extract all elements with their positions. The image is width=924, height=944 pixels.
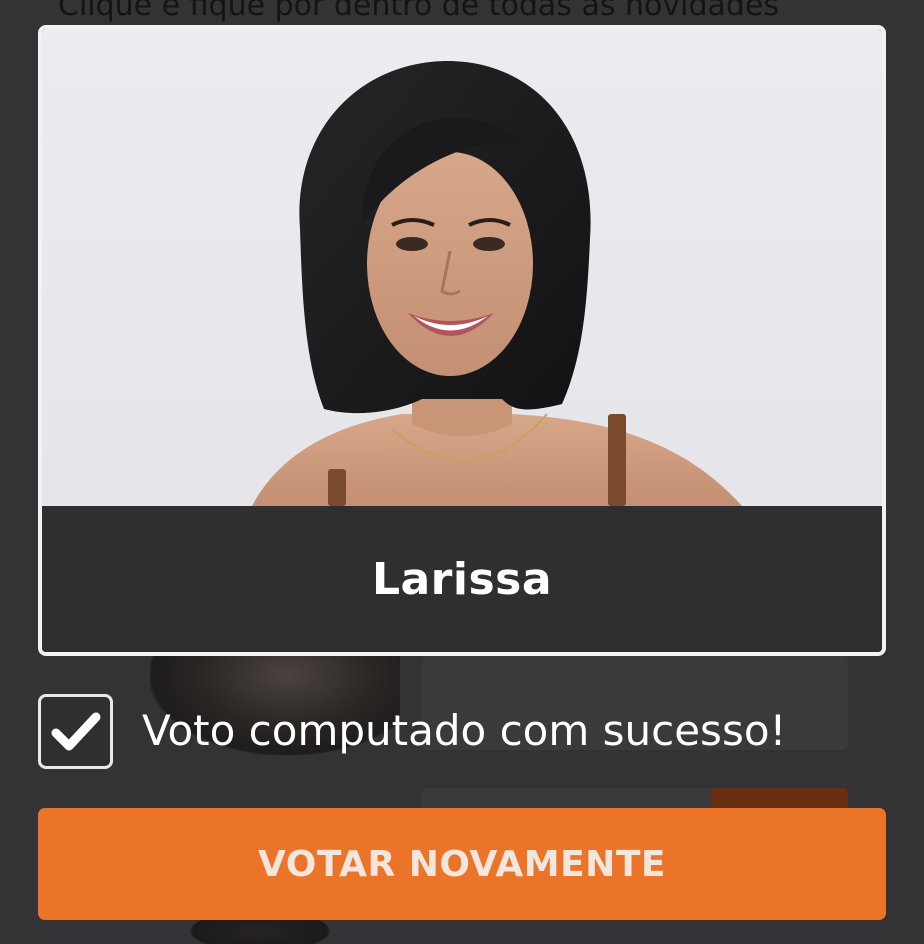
candidate-name: Larissa bbox=[371, 553, 553, 605]
vote-confirmed-checkbox[interactable] bbox=[38, 694, 113, 769]
candidate-name-bar: Larissa bbox=[42, 506, 882, 652]
vote-again-button[interactable]: VOTAR NOVAMENTE bbox=[38, 808, 886, 920]
candidate-portrait-illustration bbox=[252, 60, 742, 506]
vote-result-page: Clique e fique por dentro de todas as no… bbox=[0, 0, 924, 944]
vote-again-label: VOTAR NOVAMENTE bbox=[258, 843, 666, 885]
background-headline: Clique e fique por dentro de todas as no… bbox=[58, 0, 780, 23]
candidate-photo bbox=[42, 29, 882, 506]
checkmark-icon bbox=[51, 712, 100, 750]
candidate-card: Larissa bbox=[38, 25, 886, 656]
vote-success-message: Voto computado com sucesso! bbox=[142, 706, 787, 755]
